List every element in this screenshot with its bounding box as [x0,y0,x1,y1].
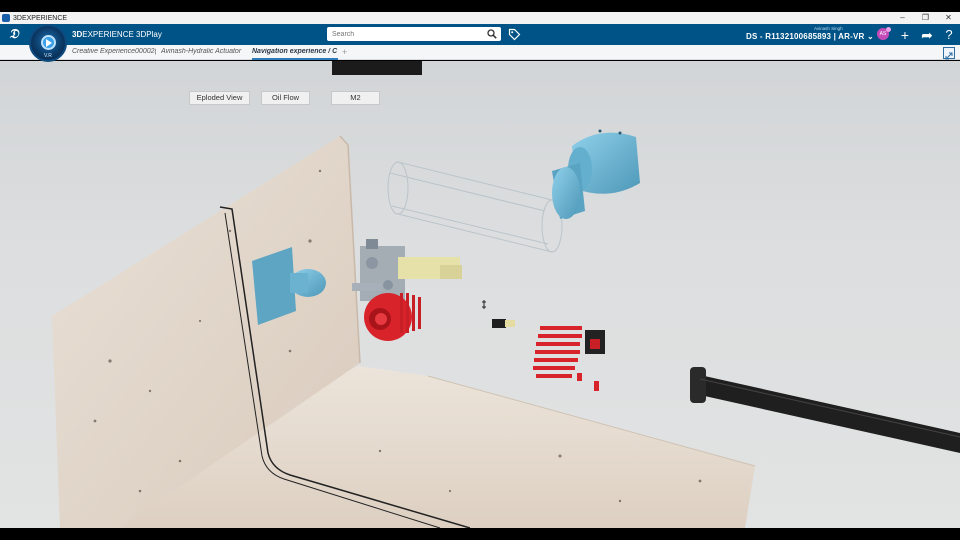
top-black-block [332,61,422,75]
search-input[interactable] [327,27,501,41]
username-label: Avinash Singh [814,26,843,31]
share-icon[interactable]: ➦ [919,27,935,43]
add-tab-button[interactable]: + [342,47,347,57]
bottom-letterbox [0,528,960,540]
brand-title: 3DEXPERIENCE 3DPlay [72,30,162,39]
transparent-cylinder [387,161,563,253]
window-controls: – ❐ ✕ [891,12,960,24]
m2-button[interactable]: M2 [331,91,380,105]
cursor-icon [482,300,486,309]
notification-dot [886,27,891,32]
plus-icon[interactable]: + [897,27,913,43]
tab-navigation-experience[interactable]: Navigation experience / C [252,48,338,60]
window-titlebar: 3DEXPERIENCE – ❐ ✕ [0,12,960,24]
help-icon[interactable]: ? [941,27,957,43]
tab-hydraulic-actuator[interactable]: Avinash-Hydralic Actuator [161,48,247,55]
avatar[interactable]: AS [877,27,891,40]
compass-version: V.R [44,53,52,59]
maximize-button[interactable]: ❐ [914,12,937,24]
3d-scene [52,61,960,528]
small-fitting [492,319,506,328]
ds-logo-icon[interactable]: 𝔇 [4,26,24,44]
app-icon [2,14,10,22]
fullscreen-icon[interactable] [943,47,955,60]
tab-bar: Creative Experience00002( Avinash-Hydral… [0,45,960,60]
close-button[interactable]: ✕ [937,12,960,24]
tag-icon[interactable] [508,28,521,41]
wall-bracket [252,247,296,325]
screen: 3DEXPERIENCE – ❐ ✕ 𝔇 3DEXPERIENCE 3DPlay… [0,0,960,540]
context-selector[interactable]: DS - R1132100685893 | AR-VR ⌄ [746,32,874,41]
oil-flow-button[interactable]: Oil Flow [261,91,310,105]
window-title: 3DEXPERIENCE [13,14,68,22]
tab-creative-experience[interactable]: Creative Experience00002( [72,48,156,55]
red-gear-part [364,293,421,341]
valve-assembly [352,239,462,301]
play-icon [46,39,52,47]
top-bar: 𝔇 3DEXPERIENCE 3DPlay Avinash Singh DS -… [0,24,960,45]
search-icon[interactable] [487,29,497,39]
exploded-view-button[interactable]: Eploded View [189,91,250,105]
3d-viewport[interactable]: Eploded View Oil Flow M2 [0,61,960,528]
piston-rod [690,367,960,453]
compass-widget[interactable]: V.R [29,24,67,62]
minimize-button[interactable]: – [891,12,914,24]
